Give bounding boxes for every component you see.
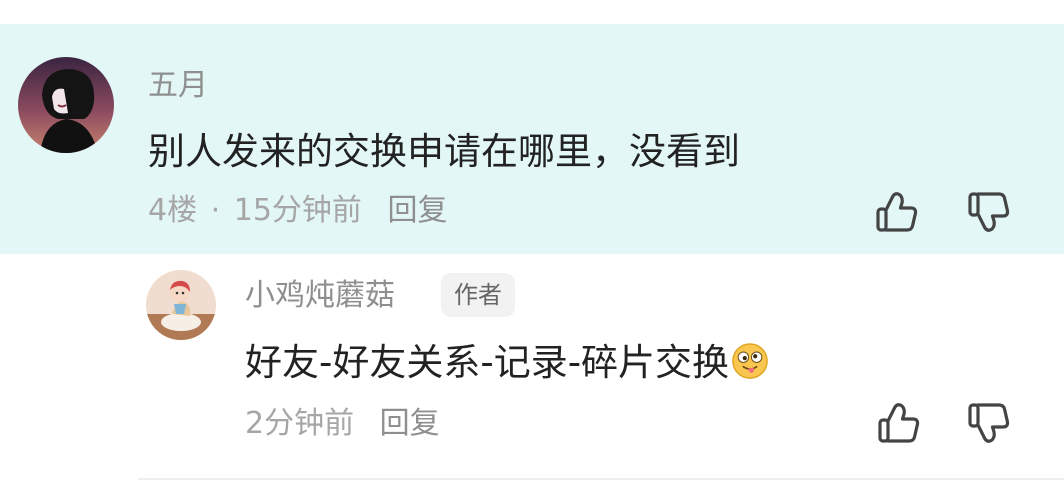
comment-time: 15分钟前 [233, 193, 362, 228]
thumbs-up-icon [878, 403, 920, 443]
reply-username[interactable]: 小鸡炖蘑菇 [245, 278, 395, 314]
reply-button[interactable]: 回复 [380, 406, 440, 441]
thumbs-up-icon [876, 192, 918, 232]
like-button[interactable] [875, 190, 919, 234]
comment-text: 别人发来的交换申请在哪里，没看到 [148, 130, 740, 173]
silly-face-emoji-icon [732, 343, 768, 379]
reply-text-body: 好友-好友关系-记录-碎片交换 [245, 341, 730, 384]
reply-like-button[interactable] [877, 401, 921, 445]
comment-username[interactable]: 五月 [148, 68, 208, 104]
dislike-button[interactable] [967, 190, 1011, 234]
reply-avatar[interactable] [146, 270, 216, 340]
divider [138, 478, 1064, 480]
author-badge: 作者 [441, 273, 515, 317]
highlighted-comment: 五月 别人发来的交换申请在哪里，没看到 4楼 · 15分钟前 回复 [0, 24, 1064, 254]
reply-time: 2分钟前 [245, 406, 355, 441]
thumbs-down-icon [968, 403, 1010, 443]
meta-separator: · [210, 193, 221, 228]
thumbs-down-icon [968, 192, 1010, 232]
reply-button[interactable]: 回复 [387, 193, 447, 228]
avatar[interactable] [18, 57, 114, 153]
reply-dislike-button[interactable] [967, 401, 1011, 445]
reply-meta: 2分钟前 回复 [245, 406, 440, 442]
reply-text: 好友-好友关系-记录-碎片交换 [245, 341, 769, 385]
comment-meta: 4楼 · 15分钟前 回复 [148, 193, 447, 229]
floor-number: 4楼 [148, 193, 198, 228]
